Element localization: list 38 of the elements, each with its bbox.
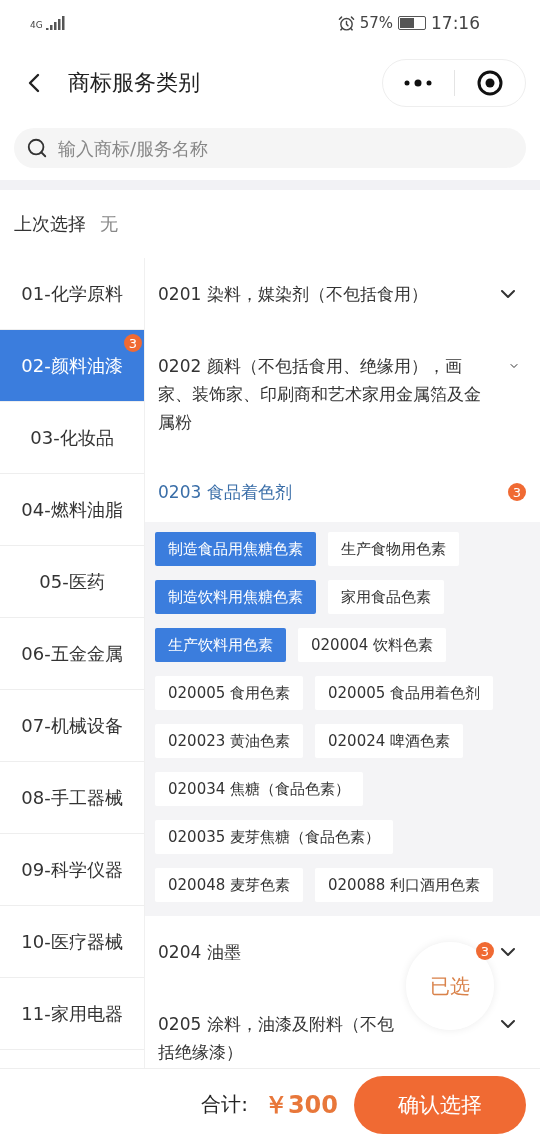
item-tag[interactable]: 020005 食用色素	[155, 676, 304, 710]
group-title[interactable]: 0205 涂料，油漆及附料（不包括绝缘漆）	[158, 1010, 398, 1066]
close-target-icon[interactable]	[476, 70, 503, 96]
group-title[interactable]: 0204 油墨	[158, 938, 241, 966]
network-type: 4G	[30, 20, 43, 30]
category-item[interactable]: 02-颜料油漆 3	[0, 330, 144, 402]
search-icon	[26, 137, 48, 159]
item-tag[interactable]: 制造食品用焦糖色素	[155, 532, 316, 566]
group-title[interactable]: 0202 颜料（不包括食用、绝缘用），画家、装饰家、印刷商和艺术家用金属箔及金属粉	[158, 352, 488, 436]
count-badge: 3	[508, 483, 526, 501]
item-tag[interactable]: 生产饮料用色素	[155, 628, 286, 662]
item-tag[interactable]: 生产食物用色素	[328, 532, 459, 566]
last-selection-value: 无	[100, 212, 118, 236]
alarm-icon	[337, 14, 355, 32]
page-title: 商标服务类别	[68, 69, 201, 97]
search-field[interactable]: 输入商标/服务名称	[56, 136, 514, 160]
item-tag[interactable]: 020034 焦糖（食品色素）	[155, 772, 364, 806]
group-title[interactable]: 0203 食品着色剂	[158, 478, 292, 506]
battery-percent: 57%	[359, 14, 393, 32]
battery-icon	[398, 16, 426, 30]
item-tag[interactable]: 020004 饮料色素	[298, 628, 447, 662]
item-tag[interactable]: 020005 食品用着色剂	[315, 676, 494, 710]
item-tag[interactable]: 020024 啤酒色素	[315, 724, 464, 758]
search-bar[interactable]: 输入商标/服务名称	[14, 128, 526, 168]
signal-icon	[45, 16, 66, 30]
item-tag[interactable]: 020048 麦芽色素	[155, 868, 304, 902]
more-icon[interactable]	[403, 79, 434, 87]
item-tag[interactable]: 制造饮料用焦糖色素	[155, 580, 316, 614]
total-price: ￥300	[263, 1089, 338, 1121]
item-tag[interactable]: 家用食品色素	[328, 580, 444, 614]
item-tag[interactable]: 020035 麦芽焦糖（食品色素）	[155, 820, 394, 854]
item-tag[interactable]: 020023 黄油色素	[155, 724, 304, 758]
clock-time: 17:16	[431, 13, 480, 33]
count-badge: 3	[124, 334, 142, 352]
group-title[interactable]: 0201 染料，媒染剂（不包括食用）	[158, 280, 428, 308]
last-selection-label: 上次选择	[14, 212, 86, 236]
total-label: 合计:	[201, 1091, 248, 1118]
item-tag[interactable]: 020088 利口酒用色素	[315, 868, 494, 902]
